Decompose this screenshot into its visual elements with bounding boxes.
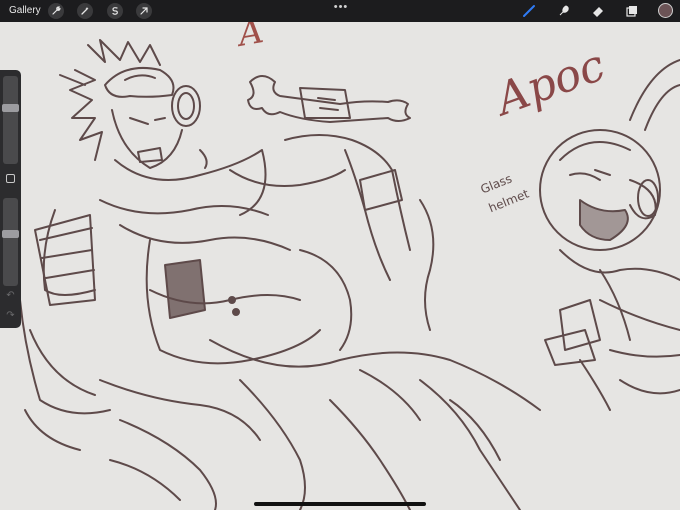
redo-button[interactable]: ↷: [4, 310, 17, 322]
color-picker-swatch[interactable]: [658, 3, 673, 18]
home-indicator: [254, 502, 426, 506]
sketch-character-left: [19, 39, 541, 510]
transform-arrow-icon[interactable]: [136, 3, 152, 19]
smudge-icon[interactable]: [556, 3, 572, 19]
eraser-icon[interactable]: [590, 3, 606, 19]
opacity-slider[interactable]: [2, 198, 19, 286]
modify-button[interactable]: [6, 174, 15, 183]
sketch-character-right: [539, 59, 680, 411]
undo-button[interactable]: ↶: [4, 290, 17, 302]
gallery-button[interactable]: Gallery: [9, 4, 41, 18]
brush-size-slider[interactable]: [2, 76, 19, 164]
opacity-thumb[interactable]: [2, 230, 19, 238]
top-toolbar: Gallery •••: [0, 0, 680, 22]
annotation-apoc: Apoc: [486, 40, 612, 127]
magic-wand-icon[interactable]: [77, 3, 93, 19]
drawing-canvas[interactable]: A Apoc Glass helmet: [0, 0, 680, 510]
selection-icon[interactable]: [107, 3, 123, 19]
layers-icon[interactable]: [624, 3, 640, 19]
left-sidebar: ↶ ↷: [0, 70, 21, 328]
more-options-icon[interactable]: •••: [332, 2, 350, 13]
wrench-icon[interactable]: [48, 3, 64, 19]
brush-icon[interactable]: [521, 3, 537, 19]
brush-size-thumb[interactable]: [2, 104, 19, 112]
